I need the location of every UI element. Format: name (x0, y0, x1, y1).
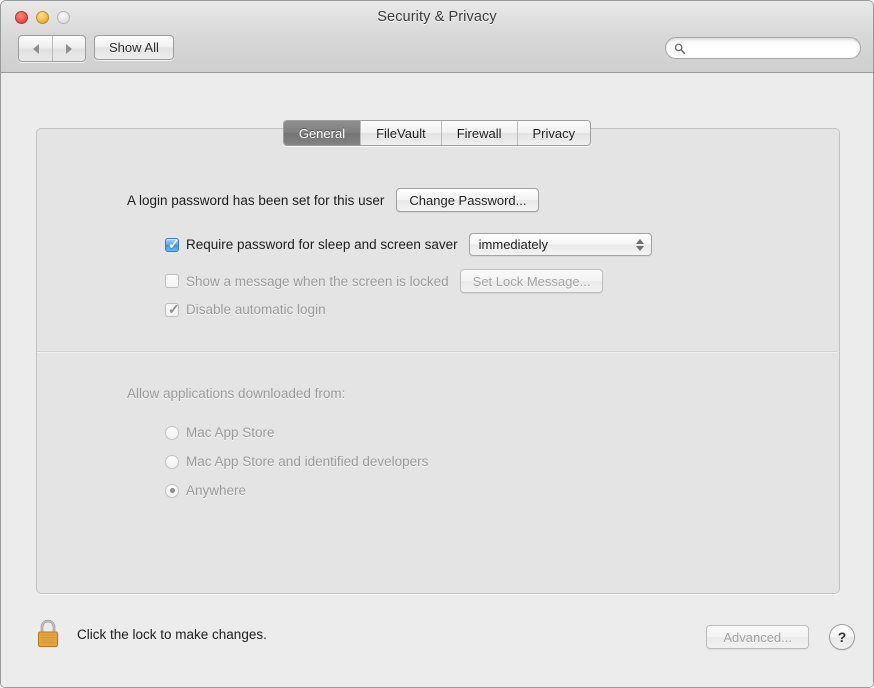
navigation-segmented-control (18, 35, 86, 62)
advanced-button: Advanced... (706, 625, 809, 649)
tab-general-label: General (299, 126, 345, 141)
disable-auto-login-row: ✓ Disable automatic login (165, 302, 326, 317)
sleep-delay-popup[interactable]: immediately (469, 233, 652, 256)
radio-identified-developers (165, 455, 179, 469)
tab-privacy-label: Privacy (533, 126, 576, 141)
bottom-bar: Click the lock to make changes. Advanced… (1, 607, 873, 677)
section-divider (37, 351, 837, 353)
preferences-content: General FileVault Firewall Privacy A log… (1, 73, 873, 688)
change-password-button[interactable]: Change Password... (396, 188, 539, 212)
window-title: Security & Privacy (1, 9, 873, 25)
tab-filevault-label: FileVault (376, 126, 426, 141)
checkmark-icon: ✓ (168, 302, 180, 316)
login-password-status: A login password has been set for this u… (127, 193, 384, 208)
tab-filevault[interactable]: FileVault (360, 121, 441, 145)
window-titlebar: Security & Privacy Show All (1, 1, 873, 73)
radio-mac-app-store-label: Mac App Store (186, 425, 275, 440)
set-lock-message-label: Set Lock Message... (473, 274, 591, 289)
radio-identified-developers-label: Mac App Store and identified developers (186, 454, 428, 469)
forward-button[interactable] (52, 36, 85, 61)
chevron-right-icon (66, 44, 72, 54)
disable-auto-login-label: Disable automatic login (186, 302, 326, 317)
help-button[interactable]: ? (829, 624, 855, 650)
checkmark-icon: ✓ (168, 237, 180, 251)
help-question-mark-icon: ? (838, 629, 847, 645)
search-input[interactable] (691, 40, 853, 56)
tab-firewall[interactable]: Firewall (441, 121, 517, 145)
require-password-label: Require password for sleep and screen sa… (186, 237, 458, 252)
show-all-button[interactable]: Show All (94, 35, 174, 60)
radio-anywhere (165, 484, 179, 498)
chevron-left-icon (33, 44, 39, 54)
tab-general[interactable]: General (284, 121, 360, 145)
disable-auto-login-checkbox: ✓ (165, 303, 179, 317)
download-source-heading: Allow applications downloaded from: (127, 386, 345, 401)
show-lock-message-checkbox (165, 274, 179, 288)
popup-stepper-icon (636, 239, 647, 251)
change-password-label: Change Password... (409, 193, 526, 208)
set-lock-message-button: Set Lock Message... (460, 269, 604, 293)
login-password-row: A login password has been set for this u… (127, 188, 539, 212)
require-password-checkbox[interactable]: ✓ (165, 238, 179, 252)
tab-privacy[interactable]: Privacy (517, 121, 591, 145)
download-option-mac-app-store[interactable]: Mac App Store (165, 425, 275, 440)
show-lock-message-row: Show a message when the screen is locked… (165, 269, 603, 293)
search-field[interactable] (665, 37, 861, 59)
radio-anywhere-label: Anywhere (186, 483, 246, 498)
radio-mac-app-store (165, 426, 179, 440)
download-option-identified-developers[interactable]: Mac App Store and identified developers (165, 454, 428, 469)
back-button[interactable] (19, 36, 52, 61)
download-option-anywhere[interactable]: Anywhere (165, 483, 246, 498)
security-privacy-window: Security & Privacy Show All (0, 0, 874, 688)
require-password-row: ✓ Require password for sleep and screen … (165, 233, 652, 256)
advanced-label: Advanced... (723, 630, 792, 645)
tab-group: General FileVault Firewall Privacy (283, 120, 591, 146)
lock-instruction-text: Click the lock to make changes. (77, 627, 267, 642)
sleep-delay-value: immediately (479, 237, 548, 252)
download-source-heading-row: Allow applications downloaded from: (127, 386, 345, 401)
show-all-label: Show All (109, 40, 159, 55)
tab-bar: General FileVault Firewall Privacy (1, 120, 873, 146)
search-icon (674, 42, 686, 55)
lock-button[interactable] (33, 616, 63, 650)
padlock-locked-icon (33, 616, 63, 650)
tab-firewall-label: Firewall (457, 126, 502, 141)
show-lock-message-label: Show a message when the screen is locked (186, 274, 449, 289)
